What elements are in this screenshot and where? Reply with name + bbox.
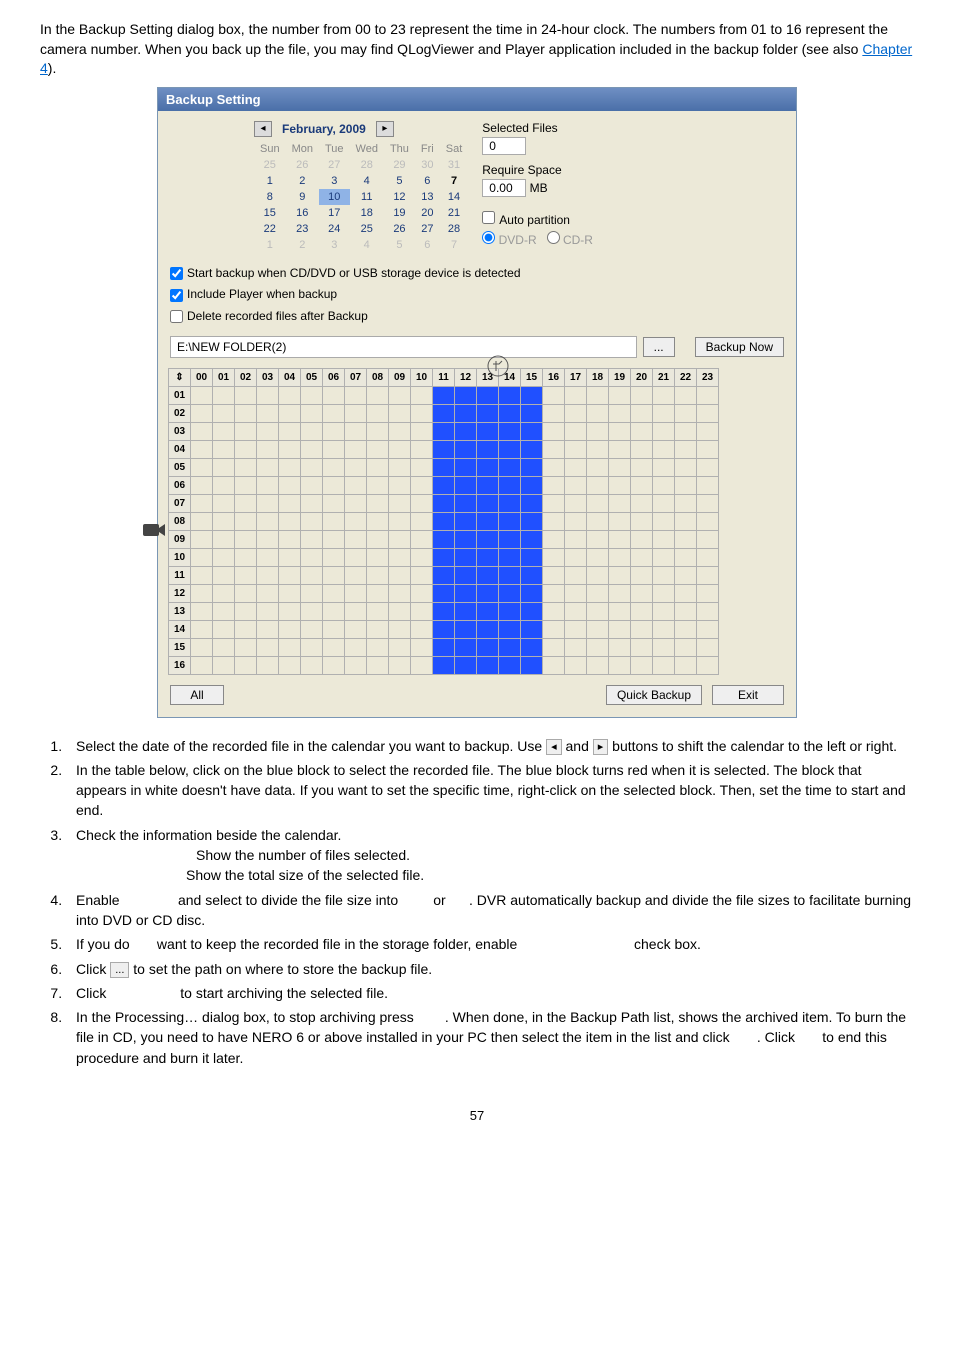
step-5: If you do want to keep the recorded file… <box>66 934 914 954</box>
backup-now-button[interactable]: Backup Now <box>695 337 784 357</box>
time-camera-grid[interactable]: ⇕000102030405060708091011121314151617181… <box>168 368 719 675</box>
calendar: ◂ February, 2009 ▸ SunMonTueWedThuFriSat… <box>254 121 468 253</box>
page-number: 57 <box>40 1108 914 1123</box>
browse-button[interactable]: ... <box>643 337 675 357</box>
all-button[interactable]: All <box>170 685 224 705</box>
step-4: Enable and select to divide the file siz… <box>66 890 914 931</box>
calendar-next-button[interactable]: ▸ <box>376 121 394 137</box>
step-8: In the Processing… dialog box, to stop a… <box>66 1007 914 1068</box>
dialog-title: Backup Setting <box>158 88 796 111</box>
require-space-value: 0.00 <box>482 179 526 197</box>
intro-text: In the Backup Setting dialog box, the nu… <box>40 20 914 79</box>
hand-cursor-icon <box>486 354 510 378</box>
auto-partition-checkbox[interactable] <box>482 211 495 224</box>
dvd-r-radio[interactable] <box>482 231 495 244</box>
camera-icon <box>142 520 168 540</box>
require-space-label: Require Space <box>482 163 784 177</box>
include-player-checkbox[interactable] <box>170 289 183 302</box>
cd-r-radio[interactable] <box>547 231 560 244</box>
exit-button[interactable]: Exit <box>712 685 784 705</box>
selected-files-value: 0 <box>482 137 526 155</box>
step-1: Select the date of the recorded file in … <box>66 736 914 756</box>
instruction-list: Select the date of the recorded file in … <box>66 736 914 1068</box>
step-2: In the table below, click on the blue bl… <box>66 760 914 821</box>
quick-backup-button[interactable]: Quick Backup <box>606 685 702 705</box>
step-7: Click to start archiving the selected fi… <box>66 983 914 1003</box>
delete-files-checkbox[interactable] <box>170 310 183 323</box>
start-backup-checkbox[interactable] <box>170 267 183 280</box>
calendar-month-label: February, 2009 <box>282 122 366 136</box>
left-arrow-button[interactable]: ◂ <box>546 739 562 755</box>
calendar-prev-button[interactable]: ◂ <box>254 121 272 137</box>
backup-setting-dialog: Backup Setting ◂ February, 2009 ▸ SunMon… <box>157 87 797 718</box>
path-input[interactable] <box>170 336 637 358</box>
calendar-grid[interactable]: SunMonTueWedThuFriSat2526272829303112345… <box>254 141 468 253</box>
browse-inline-button[interactable]: ... <box>110 962 129 978</box>
selected-files-label: Selected Files <box>482 121 784 135</box>
right-arrow-button[interactable]: ▸ <box>593 739 609 755</box>
step-6: Click ... to set the path on where to st… <box>66 959 914 979</box>
step-3: Check the information beside the calenda… <box>66 825 914 886</box>
